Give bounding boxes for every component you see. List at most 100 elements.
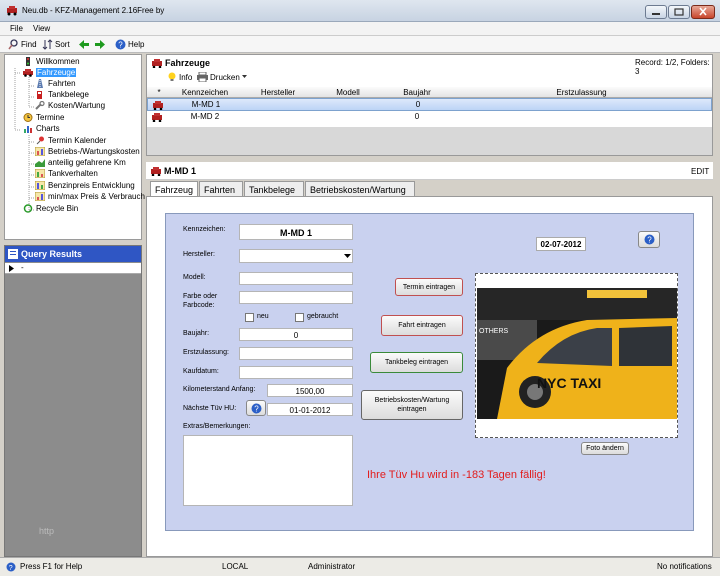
column-header-kennzeichen[interactable]: Kennzeichen	[167, 88, 243, 97]
tree-label: Willkommen	[36, 57, 80, 66]
sort-icon	[42, 39, 53, 50]
bar-chart-icon	[35, 192, 45, 201]
tree-item-fahrzeuge[interactable]: Fahrzeuge	[23, 68, 77, 77]
tree-label: Termin Kalender	[48, 136, 107, 145]
help-button[interactable]: ?	[638, 231, 660, 248]
column-header-star[interactable]: *	[151, 88, 167, 97]
back-button[interactable]	[78, 39, 90, 50]
grid-title: Fahrzeuge	[165, 58, 211, 68]
drucken-label: Drucken	[210, 72, 240, 82]
cell-baujahr: 0	[414, 112, 420, 121]
tree-label: Tankbelege	[48, 90, 89, 99]
tab-fahrten[interactable]: Fahrten	[199, 181, 243, 197]
tab-tankbelege[interactable]: Tankbelege	[244, 181, 304, 197]
sort-button[interactable]: Sort	[42, 39, 70, 50]
close-button[interactable]	[691, 5, 715, 19]
tree-item-kosten[interactable]: Kosten/Wartung	[35, 101, 105, 110]
fahrt-eintragen-button[interactable]: Fahrt eintragen	[381, 315, 463, 336]
termin-eintragen-button[interactable]: Termin eintragen	[395, 278, 463, 296]
kennzeichen-field[interactable]: M-MD 1	[239, 224, 353, 240]
forward-button[interactable]	[94, 39, 106, 50]
tuev-help-button[interactable]: ?	[246, 400, 266, 416]
traffic-light-icon	[26, 57, 30, 66]
help-icon: ?	[115, 39, 126, 50]
info-label: Info	[179, 72, 193, 82]
minimize-button[interactable]	[645, 5, 667, 19]
tree-item-betriebskosten-chart[interactable]: Betriebs-/Wartungskosten	[35, 147, 140, 156]
tuev-field[interactable]: 01-01-2012	[267, 403, 353, 416]
status-help: Press F1 for Help	[20, 562, 83, 571]
fahrzeuge-grid-panel: Fahrzeuge Record: 1/2, Folders: 3 Info D…	[146, 54, 713, 156]
road-icon	[37, 79, 43, 88]
query-result-row[interactable]: -	[5, 263, 141, 274]
edit-label[interactable]: EDIT	[691, 167, 709, 176]
table-row[interactable]: M-MD 2 0	[147, 111, 712, 124]
tree-label: anteilig gefahrene Km	[48, 158, 126, 167]
baujahr-field[interactable]: 0	[239, 328, 353, 341]
tree-label: min/max Preis & Verbrauch	[48, 192, 145, 201]
kaufdatum-field[interactable]	[239, 366, 353, 379]
tree-item-termin-kalender[interactable]: Termin Kalender	[35, 136, 106, 145]
tree-label: Benzinpreis Entwicklung	[48, 181, 135, 190]
column-header-baujahr[interactable]: Baujahr	[383, 88, 451, 97]
tree-item-termine[interactable]: Termine	[23, 113, 64, 122]
pin-icon	[36, 136, 44, 145]
drucken-button[interactable]: Drucken	[197, 72, 248, 82]
help-icon: ?	[644, 234, 654, 245]
vehicle-photo-frame: OTHERS NYC TAXI	[475, 273, 678, 438]
taxi-photo: OTHERS NYC TAXI	[477, 288, 677, 419]
tree-item-minmax-preis[interactable]: min/max Preis & Verbrauch	[35, 192, 145, 201]
tree-label: Tankverhalten	[48, 169, 98, 178]
betriebskosten-eintragen-button[interactable]: Betriebskosten/Wartung eintragen	[361, 390, 463, 420]
tree-item-fahrten[interactable]: Fahrten	[35, 79, 76, 88]
column-header-erstzulassung[interactable]: Erstzulassung	[451, 88, 712, 97]
menu-file[interactable]: File	[10, 24, 23, 33]
tree-label: Betriebs-/Wartungskosten	[48, 147, 140, 156]
column-header-hersteller[interactable]: Hersteller	[243, 88, 313, 97]
tab-betriebskosten[interactable]: Betriebskosten/Wartung	[305, 181, 415, 197]
bar-chart-icon	[35, 169, 45, 178]
km-field[interactable]: 1500,00	[267, 384, 353, 397]
query-results-header: Query Results	[5, 246, 141, 262]
recycle-icon	[23, 204, 33, 213]
modell-label: Modell:	[183, 274, 206, 281]
tankbeleg-eintragen-button[interactable]: Tankbeleg eintragen	[370, 352, 463, 373]
gebraucht-checkbox[interactable]	[295, 313, 304, 322]
hersteller-select[interactable]	[239, 249, 353, 263]
tree-label: Fahrten	[48, 79, 76, 88]
tree-item-recycle-bin[interactable]: Recycle Bin	[23, 204, 78, 213]
tree-item-tankbelege[interactable]: Tankbelege	[35, 90, 89, 99]
table-row[interactable]: M-MD 1 0	[147, 98, 712, 111]
tree-item-tankverhalten[interactable]: Tankverhalten	[35, 169, 98, 178]
photo-signage: OTHERS	[479, 328, 509, 335]
maximize-button[interactable]	[668, 5, 690, 19]
hersteller-label: Hersteller:	[183, 251, 215, 258]
column-header-modell[interactable]: Modell	[313, 88, 383, 97]
tree-item-benzinpreis[interactable]: Benzinpreis Entwicklung	[35, 181, 135, 190]
baujahr-label: Baujahr:	[183, 330, 210, 337]
car-icon	[153, 101, 163, 110]
help-button[interactable]: ? Help	[115, 39, 144, 50]
find-button[interactable]: Find	[8, 39, 37, 50]
info-button[interactable]: Info	[167, 72, 192, 82]
status-notifications: No notifications	[657, 562, 712, 571]
tree-item-charts[interactable]: Charts	[23, 124, 60, 133]
clock-icon	[23, 113, 33, 122]
menu-view[interactable]: View	[33, 24, 50, 33]
erstzulassung-field[interactable]	[239, 347, 353, 360]
toolbar: Find Sort ? Help	[0, 36, 720, 53]
tree-item-gefahrene-km[interactable]: anteilig gefahrene Km	[35, 158, 126, 167]
record-info: Record: 1/2, Folders: 3	[635, 58, 710, 76]
extras-textarea[interactable]	[183, 435, 353, 506]
car-icon	[7, 6, 17, 16]
tree-label: Charts	[36, 124, 60, 133]
row-pointer-icon	[9, 265, 14, 272]
chevron-down-icon	[344, 254, 351, 258]
modell-field[interactable]	[239, 272, 353, 285]
minimize-icon	[652, 13, 660, 15]
title-bar: Neu.db - KFZ-Management 2.16Free by	[0, 0, 720, 22]
neu-checkbox[interactable]	[245, 313, 254, 322]
foto-aendern-button[interactable]: Foto ändern	[581, 442, 629, 455]
farbe-field[interactable]	[239, 291, 353, 304]
tree-item-willkommen[interactable]: Willkommen	[23, 57, 80, 66]
